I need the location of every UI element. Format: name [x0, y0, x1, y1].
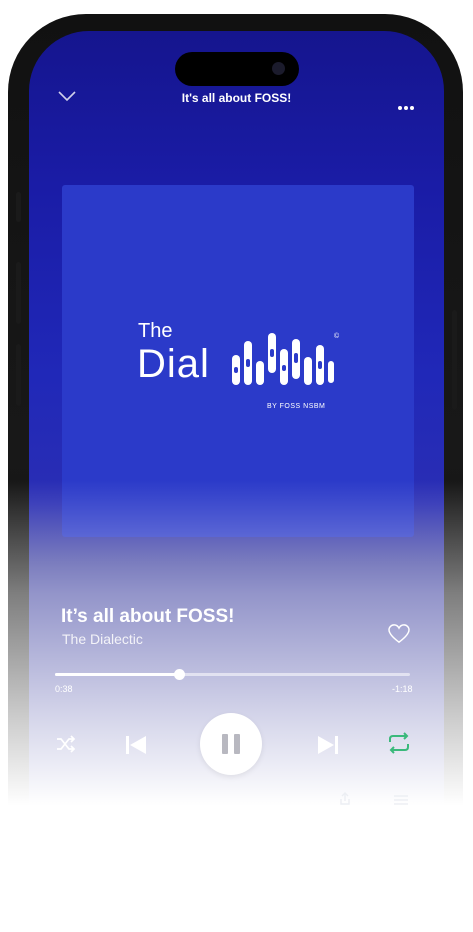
next-icon[interactable] — [316, 733, 340, 757]
progress-bar[interactable] — [55, 669, 410, 680]
more-options-icon[interactable] — [396, 97, 414, 115]
volume-up-button — [16, 262, 21, 324]
track-title: It’s all about FOSS! — [61, 606, 235, 627]
remaining-time: -1:18 — [392, 684, 413, 694]
album-artwork: The Dial © BY FOSS NSBM — [62, 185, 414, 537]
logo-dial-text: Dial — [137, 342, 210, 386]
pause-icon-bar — [234, 734, 240, 754]
shuffle-icon[interactable] — [56, 735, 76, 753]
logo-the-text: The — [138, 320, 173, 342]
previous-icon[interactable] — [124, 733, 148, 757]
logo-copyright: © — [334, 333, 340, 340]
share-icon[interactable] — [338, 792, 352, 806]
now-playing-title: It's all about FOSS! — [181, 91, 292, 105]
elapsed-time: 0:38 — [55, 684, 73, 694]
volume-down-button — [16, 344, 21, 406]
pause-button[interactable] — [200, 713, 262, 775]
pause-icon — [222, 734, 228, 754]
logo-wave-icon — [232, 333, 334, 385]
logo-byline: BY FOSS NSBM — [267, 403, 326, 410]
repeat-icon[interactable] — [386, 731, 412, 755]
dynamic-island — [175, 52, 299, 86]
progress-fill — [55, 673, 180, 676]
camera-icon — [272, 62, 285, 75]
queue-icon[interactable] — [394, 795, 408, 805]
heart-icon[interactable] — [388, 624, 410, 644]
power-button — [452, 310, 457, 410]
side-button — [16, 192, 21, 222]
track-artist[interactable]: The Dialectic — [62, 631, 143, 647]
